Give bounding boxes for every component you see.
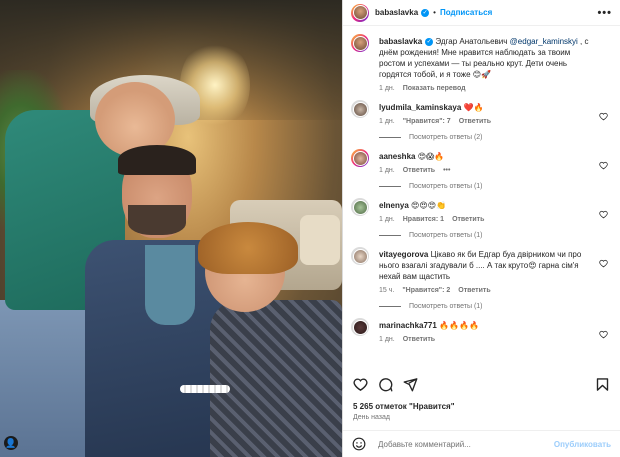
- comment-item: elnenya 😍😍😍👏 1 дн. Нравится: 1 Ответить: [351, 190, 612, 223]
- more-options-icon[interactable]: •••: [597, 7, 612, 19]
- post-actions-bar: [343, 372, 620, 396]
- share-icon[interactable]: [403, 377, 418, 392]
- post-header: babaslavka ✓ • Подписаться •••: [343, 0, 620, 26]
- comments-list[interactable]: babaslavka ✓ Эдгар Анатольевич @edgar_kam…: [343, 26, 620, 368]
- commenter-avatar[interactable]: [351, 247, 369, 265]
- separator-dot: •: [433, 8, 436, 17]
- caption-mention-link[interactable]: @edgar_kaminskyi: [510, 37, 578, 46]
- heart-icon[interactable]: [599, 161, 608, 170]
- reply-button[interactable]: Ответить: [403, 336, 435, 343]
- author-avatar[interactable]: [351, 3, 369, 22]
- commenter-username[interactable]: aaneshka: [379, 152, 415, 161]
- photo-child-right-hair: [198, 222, 298, 274]
- follow-button[interactable]: Подписаться: [440, 8, 492, 17]
- comment-time: 1 дн.: [379, 167, 395, 174]
- reply-button[interactable]: Ответить: [403, 167, 435, 174]
- add-comment-bar: Добавьте комментарий... Опубликовать: [343, 430, 620, 457]
- caption-author[interactable]: babaslavka: [379, 37, 422, 46]
- author-avatar[interactable]: [351, 34, 369, 52]
- heart-icon[interactable]: [599, 330, 608, 339]
- commenter-username[interactable]: marinachka771: [379, 321, 437, 330]
- comment-text: 🔥🔥🔥🔥: [439, 321, 479, 330]
- commenter-avatar[interactable]: [351, 198, 369, 216]
- comment-item: aaneshka 😍😱🔥 1 дн. Ответить •••: [351, 141, 612, 174]
- view-replies-button[interactable]: Посмотреть ответы (1): [379, 232, 612, 239]
- comment-time: 15 ч.: [379, 287, 395, 294]
- caption: babaslavka ✓ Эдгар Анатольевич @edgar_kam…: [351, 26, 612, 92]
- emoji-icon[interactable]: [352, 437, 366, 451]
- comment-input[interactable]: Добавьте комментарий...: [378, 440, 471, 449]
- comment-time: 1 дн.: [379, 336, 395, 343]
- publish-button[interactable]: Опубликовать: [554, 440, 611, 449]
- commenter-username[interactable]: elnenya: [379, 201, 409, 210]
- commenter-avatar[interactable]: [351, 318, 369, 336]
- photo-pillow: [300, 215, 340, 265]
- comment-text: 😍😍😍👏: [411, 201, 447, 210]
- caption-text-prefix: Эдгар Анатольевич: [435, 37, 510, 46]
- post-side-panel: babaslavka ✓ • Подписаться ••• babaslavk…: [342, 0, 620, 457]
- view-replies-button[interactable]: Посмотреть ответы (1): [379, 303, 612, 310]
- photo-jeans: [0, 300, 90, 457]
- heart-icon[interactable]: [353, 377, 368, 392]
- view-replies-button[interactable]: Посмотреть ответы (2): [379, 134, 612, 141]
- comment-likes-count[interactable]: "Нравится": 7: [403, 118, 451, 125]
- commenter-username[interactable]: lyudmila_kaminskaya: [379, 103, 461, 112]
- comment-more-options[interactable]: •••: [443, 167, 450, 174]
- view-replies-button[interactable]: Посмотреть ответы (1): [379, 183, 612, 190]
- likes-count[interactable]: 5 265 отметок "Нравится": [353, 402, 455, 411]
- comment-item: vitayegorova Цікаво як би Едгар буа двір…: [351, 239, 612, 294]
- photo-man-beard: [128, 205, 186, 235]
- reply-button[interactable]: Ответить: [452, 216, 484, 223]
- caption-time: 1 дн.: [379, 85, 395, 92]
- comment-time: 1 дн.: [379, 216, 395, 223]
- photo-child-right: [210, 300, 342, 457]
- comment-time: 1 дн.: [379, 118, 395, 125]
- comment-likes-count[interactable]: "Нравится": 2: [402, 287, 450, 294]
- verified-badge-icon: ✓: [425, 37, 434, 46]
- tagged-user-icon[interactable]: 👤: [4, 436, 18, 450]
- heart-icon[interactable]: [599, 210, 608, 219]
- comment-item: marinachka771 🔥🔥🔥🔥 1 дн. Ответить: [351, 310, 612, 343]
- commenter-avatar[interactable]: [351, 100, 369, 118]
- commenter-username[interactable]: vitayegorova: [379, 250, 428, 259]
- commenter-avatar[interactable]: [351, 149, 369, 167]
- heart-icon[interactable]: [599, 259, 608, 268]
- comment-icon[interactable]: [378, 377, 393, 392]
- post-time[interactable]: День назад: [353, 414, 390, 421]
- comment-text: 😍😱🔥: [417, 152, 445, 161]
- comment-item: lyudmila_kaminskaya ❤️🔥 1 дн. "Нравится"…: [351, 92, 612, 125]
- bookmark-icon[interactable]: [595, 377, 610, 392]
- photo-bracelet: [180, 385, 230, 393]
- post-photo[interactable]: 👤: [0, 0, 342, 457]
- heart-icon[interactable]: [599, 112, 608, 121]
- verified-badge-icon: ✓: [421, 8, 430, 17]
- photo-man-hair: [118, 145, 196, 175]
- photo-man-shirt: [145, 245, 195, 325]
- author-username[interactable]: babaslavka: [375, 8, 418, 17]
- reply-button[interactable]: Ответить: [458, 287, 490, 294]
- comment-likes-count[interactable]: Нравится: 1: [403, 216, 444, 223]
- comment-text: ❤️🔥: [463, 103, 484, 112]
- show-translation-link[interactable]: Показать перевод: [403, 85, 466, 92]
- reply-button[interactable]: Ответить: [459, 118, 491, 125]
